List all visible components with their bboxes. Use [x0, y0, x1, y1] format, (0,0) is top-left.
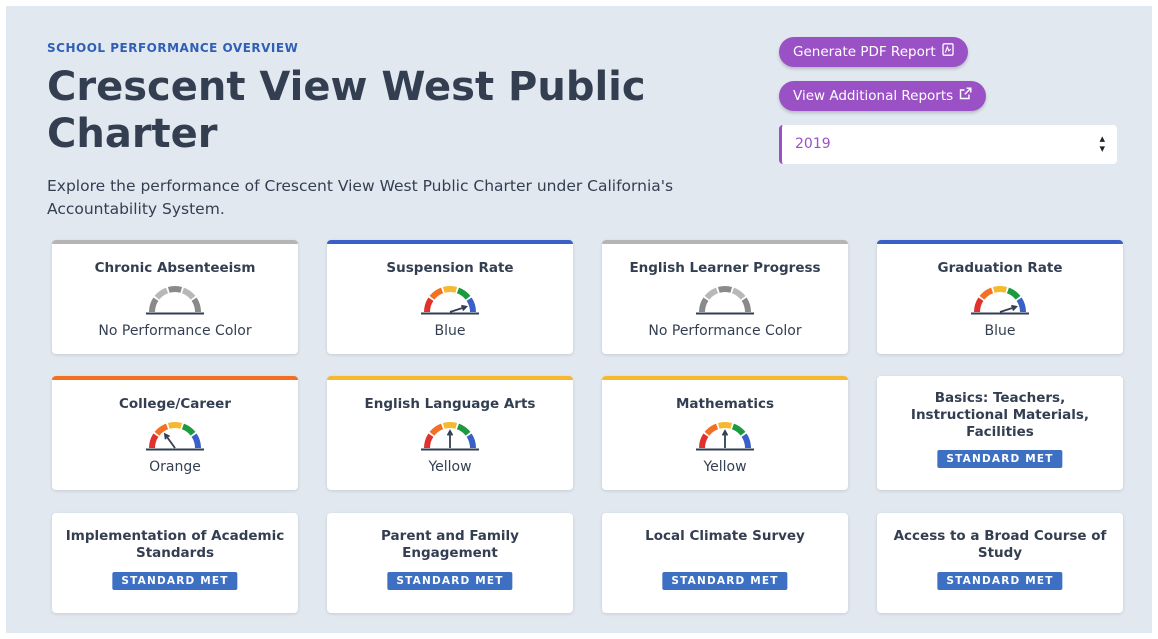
- performance-gauge-icon: [696, 286, 754, 315]
- page-description: Explore the performance of Crescent View…: [47, 177, 674, 218]
- status-badge: STANDARD MET: [112, 572, 238, 590]
- status-badge: STANDARD MET: [662, 572, 788, 590]
- performance-gauge-icon: [421, 286, 479, 315]
- indicator-result: No Performance Color: [648, 323, 802, 339]
- external-link-icon: [959, 82, 972, 112]
- local-indicator-card-local-climate-survey[interactable]: Local Climate Survey STANDARD MET: [602, 513, 848, 613]
- view-additional-reports-label: View Additional Reports: [793, 88, 954, 104]
- indicator-title: Mathematics: [675, 396, 775, 412]
- indicator-result: Yellow: [428, 459, 472, 475]
- status-color-bar: [327, 376, 573, 380]
- status-color-bar: [52, 240, 298, 244]
- indicator-card-college-career[interactable]: College/Career Orange: [52, 376, 298, 490]
- indicator-title: Graduation Rate: [937, 260, 1063, 276]
- status-color-bar: [327, 240, 573, 244]
- indicator-title: Parent and Family Engagement: [381, 528, 519, 561]
- indicator-title: Chronic Absenteeism: [94, 260, 256, 276]
- page-eyebrow: SCHOOL PERFORMANCE OVERVIEW: [47, 41, 299, 55]
- indicator-title: Access to a Broad Course of Study: [893, 528, 1107, 561]
- indicator-title: Basics: Teachers, Instructional Material…: [910, 390, 1090, 440]
- indicator-card-chronic-absenteeism[interactable]: Chronic Absenteeism No Performance Color: [52, 240, 298, 354]
- indicator-title: Suspension Rate: [386, 260, 514, 276]
- local-indicator-card-basics-teachers-instructional-materials-facilities[interactable]: Basics: Teachers, Instructional Material…: [877, 376, 1123, 490]
- indicator-title: English Language Arts: [364, 396, 536, 412]
- status-color-bar: [877, 240, 1123, 244]
- indicator-card-english-learner-progress[interactable]: English Learner Progress No Performance C…: [602, 240, 848, 354]
- generate-pdf-report-label: Generate PDF Report: [793, 44, 936, 60]
- performance-gauge-icon: [146, 286, 204, 315]
- indicator-title: College/Career: [119, 396, 231, 412]
- generate-pdf-report-button[interactable]: Generate PDF Report: [779, 37, 968, 67]
- local-indicator-card-implementation-of-academic-standards[interactable]: Implementation of Academic Standards STAN…: [52, 513, 298, 613]
- pdf-file-icon: [942, 38, 954, 68]
- indicator-card-english-language-arts[interactable]: English Language Arts Yellow: [327, 376, 573, 490]
- indicator-title: Local Climate Survey: [645, 528, 805, 544]
- year-select-value: 2019: [795, 136, 831, 152]
- status-badge: STANDARD MET: [937, 572, 1063, 590]
- status-color-bar: [602, 376, 848, 380]
- status-badge: STANDARD MET: [937, 450, 1063, 468]
- performance-gauge-icon: [971, 286, 1029, 315]
- performance-gauge-icon: [146, 422, 204, 451]
- page-title: Crescent View West Public Charter: [47, 64, 646, 157]
- local-indicator-card-parent-and-family-engagement[interactable]: Parent and Family Engagement STANDARD MET: [327, 513, 573, 613]
- status-badge: STANDARD MET: [387, 572, 513, 590]
- indicator-card-suspension-rate[interactable]: Suspension Rate Blue: [327, 240, 573, 354]
- indicator-card-graduation-rate[interactable]: Graduation Rate Blue: [877, 240, 1123, 354]
- sort-arrows-icon: ▴ ▾: [1099, 132, 1105, 155]
- performance-gauge-icon: [421, 422, 479, 451]
- status-color-bar: [602, 240, 848, 244]
- status-color-bar: [52, 376, 298, 380]
- indicator-result: Blue: [984, 323, 1016, 339]
- indicator-title: Implementation of Academic Standards: [65, 528, 285, 561]
- year-select[interactable]: 2019 ▴ ▾: [779, 125, 1117, 164]
- view-additional-reports-button[interactable]: View Additional Reports: [779, 81, 987, 112]
- local-indicator-card-access-to-a-broad-course-of-study[interactable]: Access to a Broad Course of Study STANDAR…: [877, 513, 1123, 613]
- indicator-result: Blue: [434, 323, 466, 339]
- indicator-result: Orange: [149, 459, 201, 475]
- indicator-result: No Performance Color: [98, 323, 252, 339]
- indicator-title: English Learner Progress: [629, 260, 821, 276]
- indicator-card-mathematics[interactable]: Mathematics Yellow: [602, 376, 848, 490]
- indicator-result: Yellow: [703, 459, 747, 475]
- performance-gauge-icon: [696, 422, 754, 451]
